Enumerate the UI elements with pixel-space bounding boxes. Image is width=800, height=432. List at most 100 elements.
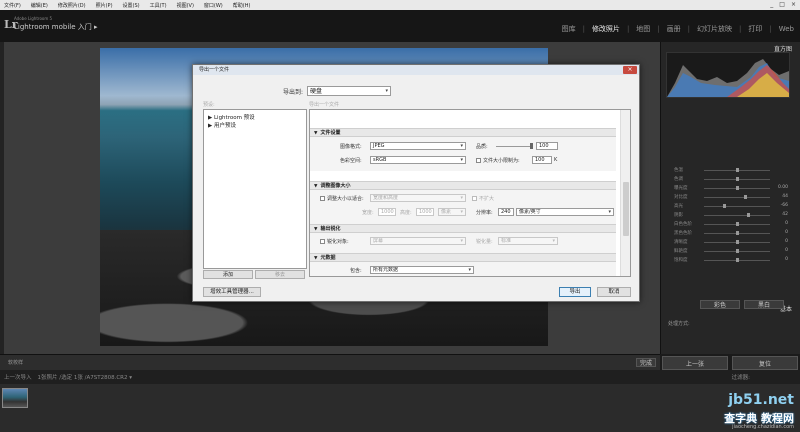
done-button[interactable]: 完成 <box>636 358 656 367</box>
slider-row[interactable]: 高光 -66 <box>668 202 792 210</box>
close-icon[interactable]: × <box>623 66 637 74</box>
filmstrip-count[interactable]: 1张照片 /选定 1张 /A7ST2808.CR2 ▾ <box>38 373 132 381</box>
module-slideshow[interactable]: 幻灯片放映 <box>697 24 732 34</box>
slider-label: 鲜艳度 <box>674 249 688 254</box>
plugin-manager-button[interactable]: 增效工具管理器... <box>203 287 261 297</box>
previous-button[interactable]: 上一张 <box>662 356 728 370</box>
slider-value[interactable]: 0 <box>785 248 788 253</box>
quality-input[interactable]: 100 <box>536 142 558 150</box>
sharpen-amount-select[interactable]: 标准 <box>498 237 558 245</box>
resize-checkbox[interactable] <box>320 196 325 201</box>
height-input[interactable]: 1000 <box>416 208 434 216</box>
slider-track[interactable] <box>704 206 770 207</box>
remove-preset-button[interactable]: 移去 <box>255 270 305 279</box>
menu-develop[interactable]: 修改照片(D) <box>58 2 86 9</box>
soft-proof-label[interactable]: 软校样 <box>8 359 23 366</box>
slider-value[interactable]: 0.00 <box>778 185 788 190</box>
settings-scrollbar-thumb[interactable] <box>623 182 629 236</box>
filmstrip-thumbnail[interactable] <box>2 388 28 408</box>
slider-knob[interactable] <box>743 195 747 199</box>
slider-row[interactable]: 白色色阶 0 <box>668 220 792 228</box>
slider-row[interactable]: 阴影 42 <box>668 211 792 219</box>
menu-window[interactable]: 窗口(W) <box>204 2 223 9</box>
slider-row[interactable]: 对比度 44 <box>668 193 792 201</box>
resize-select[interactable]: 宽度和高度 <box>370 194 466 202</box>
module-library[interactable]: 图库 <box>562 24 576 34</box>
minimize-icon[interactable]: _ <box>770 1 773 8</box>
module-develop[interactable]: 修改照片 <box>592 24 620 34</box>
slider-knob[interactable] <box>736 249 739 253</box>
slider-knob[interactable] <box>736 186 739 190</box>
menu-settings[interactable]: 设置(S) <box>123 2 140 9</box>
slider-value[interactable]: -66 <box>781 203 788 208</box>
section-metadata[interactable]: ▼ 元数据 <box>310 253 616 262</box>
width-input[interactable]: 1000 <box>378 208 396 216</box>
sharpen-checkbox[interactable] <box>320 239 325 244</box>
dont-enlarge-checkbox[interactable] <box>472 196 477 201</box>
format-select[interactable]: JPEG <box>370 142 466 150</box>
add-preset-button[interactable]: 添加 <box>203 270 253 279</box>
resolution-unit-select[interactable]: 像素/英寸 <box>516 208 614 216</box>
catalog-title[interactable]: Lightroom mobile 入门 ▸ <box>14 22 98 32</box>
quality-slider-track[interactable] <box>496 146 532 147</box>
slider-knob[interactable] <box>736 177 739 181</box>
slider-knob[interactable] <box>736 222 739 226</box>
slider-row[interactable]: 清晰度 0 <box>668 238 792 246</box>
colorspace-select[interactable]: sRGB <box>370 156 466 164</box>
slider-knob[interactable] <box>722 204 726 208</box>
menu-file[interactable]: 文件(F) <box>4 2 21 9</box>
slider-track[interactable] <box>704 215 770 216</box>
slider-row[interactable]: 曝光度 0.00 <box>668 184 792 192</box>
treatment-color[interactable]: 彩色 <box>700 300 740 309</box>
export-button[interactable]: 导出 <box>559 287 591 297</box>
slider-label: 白色色阶 <box>674 222 692 227</box>
cancel-button[interactable]: 取消 <box>597 287 631 297</box>
sharpen-for-select[interactable]: 屏幕 <box>370 237 466 245</box>
section-image-sizing[interactable]: ▼ 调整图像大小 <box>310 181 616 190</box>
treatment-bw[interactable]: 黑白 <box>744 300 784 309</box>
slider-row[interactable]: 鲜艳度 0 <box>668 247 792 255</box>
reset-button[interactable]: 复位 <box>732 356 798 370</box>
slider-value[interactable]: 0 <box>785 239 788 244</box>
section-output-sharpening[interactable]: ▼ 输出锐化 <box>310 224 616 233</box>
section-file-settings[interactable]: ▼ 文件设置 <box>310 128 616 137</box>
slider-row[interactable]: 色温 <box>668 166 792 174</box>
module-print[interactable]: 打印 <box>748 24 762 34</box>
slider-knob[interactable] <box>736 258 739 262</box>
menu-help[interactable]: 帮助(H) <box>233 2 251 9</box>
slider-value[interactable]: 42 <box>782 212 788 217</box>
filmstrip-source[interactable]: 上一次导入 <box>4 373 32 381</box>
limit-size-checkbox[interactable] <box>476 158 481 163</box>
menu-photo[interactable]: 照片(P) <box>96 2 113 9</box>
limit-size-input[interactable]: 100 <box>532 156 552 164</box>
slider-knob[interactable] <box>746 213 750 217</box>
slider-value[interactable]: 0 <box>785 221 788 226</box>
resolution-input[interactable]: 240 <box>498 208 514 216</box>
slider-row[interactable]: 饱和度 0 <box>668 256 792 264</box>
metadata-include-select[interactable]: 所有元数据 <box>370 266 474 274</box>
menu-edit[interactable]: 编辑(E) <box>31 2 48 9</box>
module-web[interactable]: Web <box>779 25 794 33</box>
slider-value[interactable]: 0 <box>785 257 788 262</box>
menu-view[interactable]: 视图(V) <box>177 2 194 9</box>
slider-value[interactable]: 44 <box>782 194 788 199</box>
preset-user[interactable]: ▶ 用户预设 <box>208 121 236 129</box>
slider-knob[interactable] <box>736 168 739 172</box>
quality-slider-thumb[interactable] <box>530 143 533 149</box>
settings-scrollbar[interactable] <box>620 110 630 276</box>
slider-knob[interactable] <box>736 231 739 235</box>
slider-row[interactable]: 色调 <box>668 175 792 183</box>
size-unit-select[interactable]: 像素 <box>438 208 466 216</box>
close-window-icon[interactable]: × <box>791 1 796 8</box>
slider-knob[interactable] <box>736 240 739 244</box>
export-to-select[interactable]: 硬盘 <box>307 86 391 96</box>
slider-track[interactable] <box>704 197 770 198</box>
module-map[interactable]: 地图 <box>636 24 650 34</box>
preset-lightroom[interactable]: ▶ Lightroom 预设 <box>208 113 255 121</box>
slider-row[interactable]: 黑色色阶 0 <box>668 229 792 237</box>
menu-tools[interactable]: 工具(T) <box>150 2 167 9</box>
slider-value[interactable]: 0 <box>785 230 788 235</box>
module-book[interactable]: 画册 <box>667 24 681 34</box>
limit-size-unit: K <box>554 157 558 163</box>
maximize-icon[interactable]: □ <box>779 1 785 8</box>
